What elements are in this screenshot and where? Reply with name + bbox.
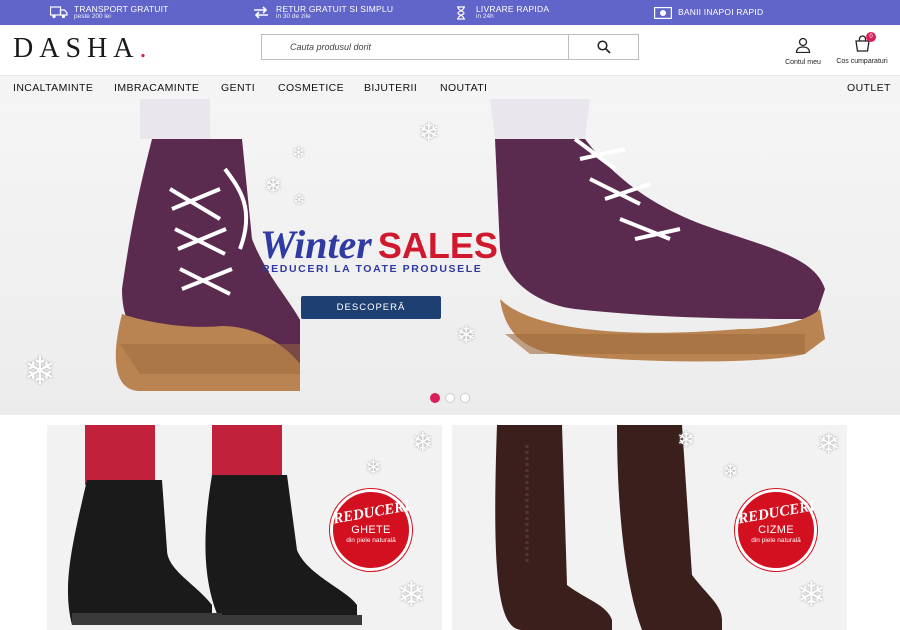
hero-title-bold: SALES — [377, 225, 498, 266]
seal-note: din piele naturală — [751, 537, 801, 544]
main-nav: INCALTAMINTE IMBRACAMINTE GENTI COSMETIC… — [0, 75, 900, 99]
money-icon — [654, 6, 672, 20]
benefit-subtitle: in 30 de zile — [276, 13, 311, 20]
nav-item-cosmetice[interactable]: COSMETICE — [278, 82, 344, 94]
logo-dot: . — [139, 33, 153, 64]
snowflake-icon: ❄ — [677, 427, 696, 452]
benefit-money-back[interactable]: BANII INAPOI RAPID — [654, 0, 763, 25]
snowflake-icon: ❄ — [722, 461, 739, 483]
hero-title: Winter SALES — [260, 221, 498, 268]
nav-item-bijuterii[interactable]: BIJUTERII — [364, 82, 417, 94]
snowflake-icon: ❄ — [418, 117, 440, 147]
hourglass-icon — [452, 5, 470, 20]
carousel-dots — [430, 393, 470, 403]
snowflake-icon: ❄ — [456, 322, 477, 349]
benefit-fast-delivery[interactable]: LIVRARE RAPIDA in 24h — [452, 0, 549, 25]
nav-item-incaltaminte[interactable]: INCALTAMINTE — [13, 82, 93, 94]
benefits-bar: TRANSPORT GRATUIT peste 200 lei RETUR GRA… — [0, 0, 900, 25]
snowflake-icon: ❄ — [264, 173, 283, 198]
boot-image-right — [490, 99, 825, 362]
nav-item-genti[interactable]: GENTI — [221, 82, 255, 94]
hero-subtitle: REDUCERI LA TOATE PRODUSELE — [262, 263, 483, 275]
site-header: DASHA. Contul meu 0 Cos cumparaturi — [0, 25, 900, 75]
snowflake-icon: ❄ — [24, 351, 56, 393]
benefit-free-returns[interactable]: RETUR GRATUIT SI SIMPLU in 30 de zile — [252, 0, 393, 25]
benefit-title: BANII INAPOI RAPID — [678, 7, 764, 18]
carousel-dot[interactable] — [445, 393, 455, 403]
nav-item-noutati[interactable]: NOUTATI — [440, 82, 487, 94]
benefit-title: LIVRARE RAPIDA — [476, 3, 550, 14]
benefit-subtitle: peste 200 lei — [74, 13, 111, 20]
logo-text: DASHA — [13, 33, 140, 64]
promo-tile-ghete[interactable]: ❄ ❄ ❄ REDUCERI GHETE din piele naturală — [47, 425, 442, 630]
search-input[interactable] — [262, 35, 568, 59]
search-bar — [261, 34, 639, 60]
exchange-icon — [252, 6, 270, 20]
benefit-subtitle: in 24h — [476, 13, 494, 20]
benefit-title: TRANSPORT GRATUIT — [74, 3, 169, 14]
search-button[interactable] — [568, 35, 638, 59]
cart-count-badge: 0 — [866, 32, 876, 42]
user-icon — [795, 37, 811, 53]
discount-seal: REDUCERI GHETE din piele naturală — [330, 489, 412, 571]
benefit-free-shipping[interactable]: TRANSPORT GRATUIT peste 200 lei — [50, 0, 169, 25]
carousel-dot[interactable] — [430, 393, 440, 403]
benefit-title: RETUR GRATUIT SI SIMPLU — [276, 3, 394, 14]
nav-item-outlet[interactable]: OUTLET — [847, 82, 891, 94]
snowflake-icon: ❄ — [412, 427, 434, 457]
promo-tile-cizme[interactable]: ❄ ❄ ❄ ❄ REDUCERI CIZME din piele natural… — [452, 425, 847, 630]
snowflake-icon: ❄ — [292, 145, 306, 162]
discount-seal: REDUCERI CIZME din piele naturală — [735, 489, 817, 571]
cart-label: Cos cumparaturi — [836, 58, 888, 65]
seal-note: din piele naturală — [346, 537, 396, 544]
truck-icon — [50, 6, 68, 20]
snowflake-icon: ❄ — [293, 192, 306, 209]
ankle-boots-image — [67, 425, 362, 625]
tall-boots-image — [495, 425, 722, 630]
snowflake-icon: ❄ — [817, 428, 841, 459]
account-link[interactable]: Contul meu — [782, 37, 824, 66]
snowflake-icon: ❄ — [365, 457, 382, 479]
snowflake-icon: ❄ — [797, 576, 826, 614]
carousel-dot[interactable] — [460, 393, 470, 403]
discover-button[interactable]: DESCOPERĂ — [301, 296, 441, 319]
account-label: Contul meu — [785, 59, 821, 66]
hero-banner[interactable]: ❄ ❄ ❄ ❄ ❄ ❄ Winter SALES REDUCERI LA TOAT… — [0, 99, 900, 415]
search-icon — [596, 40, 611, 54]
snowflake-icon: ❄ — [397, 576, 426, 614]
nav-item-imbracaminte[interactable]: IMBRACAMINTE — [114, 82, 199, 94]
hero-title-script: Winter — [260, 222, 372, 267]
logo[interactable]: DASHA. — [13, 33, 152, 65]
cart-link[interactable]: 0 Cos cumparaturi — [834, 32, 890, 65]
